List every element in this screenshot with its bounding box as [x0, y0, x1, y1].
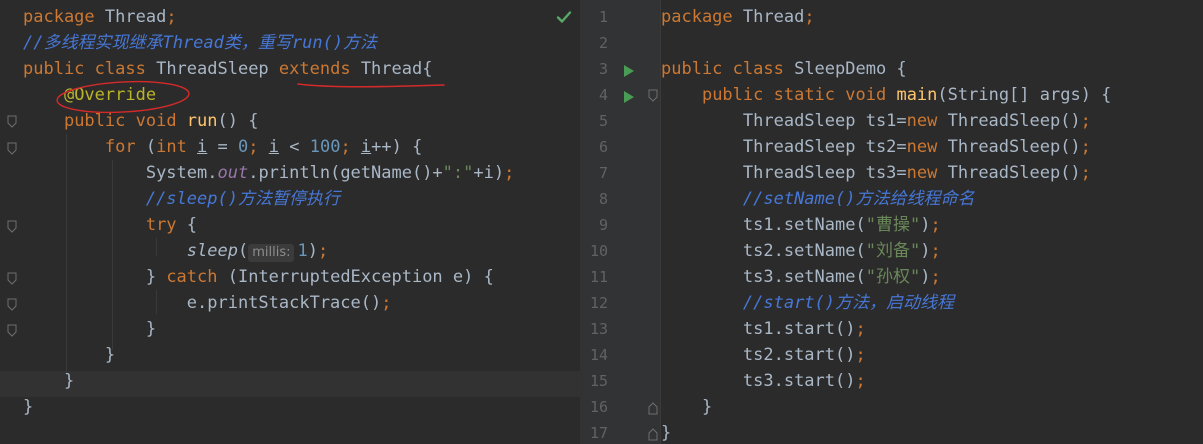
fold-marker-icon[interactable]	[648, 402, 658, 415]
code-token: "孙权"	[865, 267, 921, 287]
code-line[interactable]: }	[661, 394, 712, 420]
code-token: Thread	[742, 7, 805, 27]
code-token: ;	[1080, 111, 1091, 131]
line-number: 2	[598, 34, 608, 52]
line-number: 9	[598, 216, 608, 234]
code-token: ;	[1080, 137, 1091, 157]
code-token: ts2.setName(	[742, 241, 866, 261]
line-number: 10	[589, 242, 608, 260]
line-number: 15	[589, 372, 608, 390]
line-number: 4	[598, 86, 608, 104]
code-token: public	[661, 59, 733, 79]
code-token: void	[845, 85, 897, 105]
fold-gutter-right	[648, 89, 658, 441]
code-line[interactable]: //start()方法，启动线程	[661, 290, 954, 316]
code-token: (String[] args) {	[937, 85, 1112, 105]
line-number: 6	[598, 138, 608, 156]
line-number: 12	[589, 294, 608, 312]
run-arrow-icon[interactable]	[623, 90, 635, 104]
code-token: }	[701, 397, 713, 417]
code-line[interactable]: public static void main(String[] args) {	[661, 82, 1111, 108]
code-token: )	[920, 267, 931, 287]
code-token: class	[732, 59, 795, 79]
line-number: 1	[598, 8, 608, 26]
code-token: new	[906, 111, 948, 131]
ide-window: package Thread;//多线程实现继承Thread类，重写run()方…	[0, 0, 1203, 444]
code-line[interactable]: ThreadSleep ts1=new ThreadSleep();	[661, 108, 1091, 134]
fold-marker-icon[interactable]	[648, 428, 658, 441]
code-line[interactable]: ts3.setName("孙权");	[661, 264, 941, 290]
code-token: )	[920, 241, 931, 261]
code-line[interactable]: ts1.start();	[661, 316, 866, 342]
run-arrow-icon[interactable]	[623, 64, 635, 78]
line-number: 17	[589, 424, 608, 442]
line-number: 14	[589, 346, 608, 364]
editor-left[interactable]: package Thread;//多线程实现继承Thread类，重写run()方…	[0, 0, 580, 444]
ink-annotations	[56, 80, 445, 114]
code-token: ts2.start()	[742, 345, 856, 365]
code-token: ts3.setName(	[742, 267, 866, 287]
code-token: ts1.setName(	[742, 215, 866, 235]
code-token: SleepDemo {	[794, 59, 907, 79]
code-token: public	[701, 85, 774, 105]
code-token: package	[661, 7, 743, 27]
code-token: ;	[930, 267, 941, 287]
code-token: //start()方法，启动线程	[742, 293, 955, 313]
code-token: "刘备"	[865, 241, 921, 261]
code-token: ;	[930, 215, 941, 235]
code-token: ThreadSleep()	[947, 137, 1081, 157]
code-token: static	[773, 85, 846, 105]
code-line[interactable]: ThreadSleep ts3=new ThreadSleep();	[661, 160, 1091, 186]
code-token: ThreadSleep ts3=	[742, 163, 907, 183]
code-line[interactable]: //setName()方法给线程命名	[661, 186, 975, 212]
code-token: ;	[855, 319, 866, 339]
line-number: 7	[598, 164, 608, 182]
code-token: ;	[804, 7, 815, 27]
code-token: "曹操"	[865, 215, 921, 235]
code-token: ;	[1080, 163, 1091, 183]
code-line[interactable]: package Thread;	[661, 4, 815, 30]
code-token: ThreadSleep ts1=	[742, 111, 907, 131]
code-line[interactable]: public class SleepDemo {	[661, 56, 907, 82]
line-number: 11	[589, 268, 608, 286]
code-token: //setName()方法给线程命名	[742, 189, 975, 209]
code-token: ThreadSleep()	[947, 163, 1081, 183]
line-number: 5	[598, 112, 608, 130]
line-number: 8	[598, 190, 608, 208]
line-number: 16	[589, 398, 608, 416]
code-token: main	[896, 85, 938, 105]
code-token: new	[906, 137, 948, 157]
editor-right[interactable]: 1 2 3 4 5 6 7 8 9 10 11 12 13 14 15 16 17 package Thread…	[583, 0, 1203, 444]
code-line[interactable]: ts2.setName("刘备");	[661, 238, 941, 264]
code-line[interactable]: ts2.start();	[661, 342, 866, 368]
line-number: 13	[589, 320, 608, 338]
code-token: ;	[855, 345, 866, 365]
code-token: ;	[930, 241, 941, 261]
code-token: ts3.start()	[742, 371, 856, 391]
fold-marker-icon[interactable]	[648, 89, 658, 102]
code-token: )	[920, 215, 931, 235]
code-token: ThreadSleep()	[947, 111, 1081, 131]
line-number: 3	[598, 60, 608, 78]
code-token: ThreadSleep ts2=	[742, 137, 907, 157]
code-token: ;	[855, 371, 866, 391]
code-token: new	[906, 163, 948, 183]
code-line[interactable]: ts3.start();	[661, 368, 866, 394]
code-line[interactable]: ts1.setName("曹操");	[661, 212, 941, 238]
code-line[interactable]: ThreadSleep ts2=new ThreadSleep();	[661, 134, 1091, 160]
code-token: ts1.start()	[742, 319, 856, 339]
